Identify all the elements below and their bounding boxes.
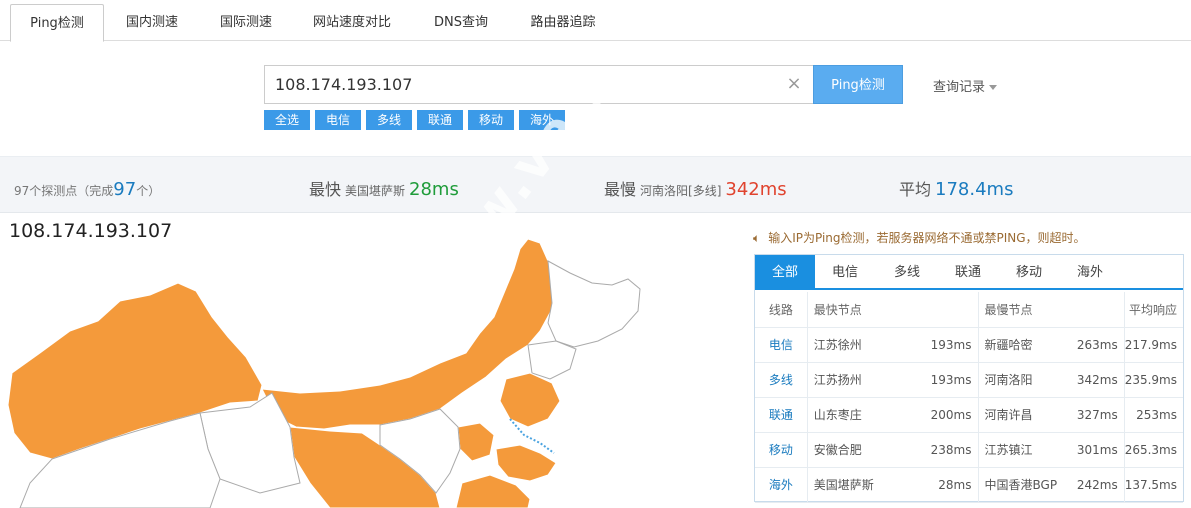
map-region-jilin[interactable] xyxy=(527,340,577,380)
row-fast-ms: 238ms xyxy=(923,432,979,468)
map-ip-label: 108.174.193.107 xyxy=(9,220,173,242)
top-tab-bar: Ping检测 国内测速 国际测速 网站速度对比 DNS查询 路由器追踪 xyxy=(0,0,1191,42)
average-label: 平均 xyxy=(899,180,932,199)
row-slow-ms: 327ms xyxy=(1069,397,1125,433)
result-panel: 全部 电信 多线 联通 移动 海外 线路 最快节点 最慢节点 平均响应 电信 江… xyxy=(754,254,1184,503)
tab-site-compare[interactable]: 网站速度对比 xyxy=(300,4,404,41)
filter-overseas[interactable]: 海外 xyxy=(519,110,565,130)
row-slow-ms: 242ms xyxy=(1069,467,1125,503)
table-row: 多线 江苏扬州 193ms 河南洛阳 342ms 235.9ms xyxy=(755,362,1183,398)
tab-international-speed[interactable]: 国际测速 xyxy=(204,4,288,41)
notice-message: 输入IP为Ping检测，若服务器网络不通或禁PING，则超时。 xyxy=(768,231,1086,245)
map-region-jiangsu[interactable] xyxy=(455,474,531,508)
tab-ping[interactable]: Ping检测 xyxy=(10,4,104,42)
map-region-shandong[interactable] xyxy=(495,444,557,482)
row-fast-ms: 193ms xyxy=(923,327,979,363)
row-line[interactable]: 移动 xyxy=(755,432,808,468)
row-slow-ms: 301ms xyxy=(1069,432,1125,468)
notice-text: 🔈︎ 输入IP为Ping检测，若服务器网络不通或禁PING，则超时。 xyxy=(753,229,1086,246)
result-tab-mobile[interactable]: 移动 xyxy=(999,255,1059,290)
tab-domestic-speed[interactable]: 国内测速 xyxy=(110,4,194,41)
fastest-value: 28ms xyxy=(409,179,459,200)
map-region-hebei[interactable] xyxy=(499,372,561,428)
ping-button[interactable]: Ping检测 xyxy=(813,65,903,104)
row-slow-node: 新疆哈密 xyxy=(978,327,1070,363)
col-fastest: 最快节点 xyxy=(807,292,979,328)
average-stat: 平均 178.4ms xyxy=(899,176,1013,200)
average-value: 178.4ms xyxy=(935,179,1014,200)
result-tab-unicom[interactable]: 联通 xyxy=(938,255,998,290)
table-row: 海外 美国堪萨斯 28ms 中国香港BGP 242ms 137.5ms xyxy=(755,467,1183,503)
filter-unicom[interactable]: 联通 xyxy=(417,110,463,130)
probe-count: 97个探测点（完成97个） xyxy=(14,179,160,200)
fastest-node: 美国堪萨斯 xyxy=(345,184,406,198)
clear-icon[interactable]: × xyxy=(784,74,804,94)
row-fast-ms: 200ms xyxy=(923,397,979,433)
fastest-label: 最快 xyxy=(309,180,342,199)
row-avg: 253ms xyxy=(1124,397,1183,433)
row-fast-node: 美国堪萨斯 xyxy=(807,467,924,503)
tab-dns-query[interactable]: DNS查询 xyxy=(420,4,502,41)
table-row: 联通 山东枣庄 200ms 河南许昌 327ms 253ms xyxy=(755,397,1183,433)
result-table: 线路 最快节点 最慢节点 平均响应 电信 江苏徐州 193ms 新疆哈密 263… xyxy=(755,292,1183,503)
filter-all[interactable]: 全选 xyxy=(264,110,310,130)
stats-summary: 97个探测点（完成97个） 最快 美国堪萨斯 28ms 最慢 河南洛阳[多线] 342m… xyxy=(0,156,1191,213)
row-slow-node: 河南许昌 xyxy=(978,397,1070,433)
slowest-label: 最慢 xyxy=(604,180,637,199)
row-slow-ms: 342ms xyxy=(1069,362,1125,398)
row-slow-ms: 263ms xyxy=(1069,327,1125,363)
row-line[interactable]: 多线 xyxy=(755,362,808,398)
query-history-dropdown[interactable]: 查询记录 xyxy=(933,76,998,95)
table-row: 电信 江苏徐州 193ms 新疆哈密 263ms 217.9ms xyxy=(755,327,1183,363)
result-tab-overseas[interactable]: 海外 xyxy=(1060,255,1120,290)
row-slow-node: 江苏镇江 xyxy=(978,432,1070,468)
slowest-value: 342ms xyxy=(725,179,787,200)
row-fast-node: 江苏徐州 xyxy=(807,327,924,363)
table-header-row: 线路 最快节点 最慢节点 平均响应 xyxy=(755,292,1183,328)
result-tab-all[interactable]: 全部 xyxy=(755,255,815,290)
filter-multiline[interactable]: 多线 xyxy=(366,110,412,130)
map-region-henan[interactable] xyxy=(457,422,495,462)
row-fast-node: 江苏扬州 xyxy=(807,362,924,398)
row-avg: 217.9ms xyxy=(1124,327,1183,363)
slowest-stat: 最慢 河南洛阳[多线] 342ms xyxy=(604,176,787,200)
query-history-label: 查询记录 xyxy=(933,80,986,95)
caret-down-icon xyxy=(989,85,998,90)
tab-route-trace[interactable]: 路由器追踪 xyxy=(516,4,610,41)
row-line[interactable]: 海外 xyxy=(755,467,808,503)
probe-count-prefix: 97个探测点（完成 xyxy=(14,184,114,198)
probe-count-done: 97 xyxy=(113,179,137,200)
fastest-stat: 最快 美国堪萨斯 28ms xyxy=(309,176,459,200)
row-fast-node: 山东枣庄 xyxy=(807,397,924,433)
row-fast-ms: 28ms xyxy=(923,467,979,503)
table-row: 移动 安徽合肥 238ms 江苏镇江 301ms 265.3ms xyxy=(755,432,1183,468)
row-slow-node: 中国香港BGP xyxy=(978,467,1070,503)
ip-input[interactable] xyxy=(275,66,775,103)
speaker-icon: 🔈︎ xyxy=(753,231,761,245)
result-tab-multiline[interactable]: 多线 xyxy=(877,255,937,290)
filter-telecom[interactable]: 电信 xyxy=(315,110,361,130)
map-region-northeast[interactable] xyxy=(547,260,641,348)
probe-count-suffix: 个） xyxy=(136,184,161,198)
row-slow-node: 河南洛阳 xyxy=(978,362,1070,398)
row-line[interactable]: 电信 xyxy=(755,327,808,363)
result-tabs: 全部 电信 多线 联通 移动 海外 xyxy=(755,255,1183,290)
col-average: 平均响应 xyxy=(1124,292,1183,328)
china-map xyxy=(7,238,641,508)
row-avg: 265.3ms xyxy=(1124,432,1183,468)
row-fast-node: 安徽合肥 xyxy=(807,432,924,468)
col-slowest: 最慢节点 xyxy=(978,292,1125,328)
row-line[interactable]: 联通 xyxy=(755,397,808,433)
row-avg: 235.9ms xyxy=(1124,362,1183,398)
col-line: 线路 xyxy=(755,292,808,328)
filter-mobile[interactable]: 移动 xyxy=(468,110,514,130)
slowest-node: 河南洛阳[多线] xyxy=(640,184,722,198)
row-fast-ms: 193ms xyxy=(923,362,979,398)
result-tab-telecom[interactable]: 电信 xyxy=(815,255,875,290)
row-avg: 137.5ms xyxy=(1124,467,1183,503)
search-box: × xyxy=(264,65,813,104)
